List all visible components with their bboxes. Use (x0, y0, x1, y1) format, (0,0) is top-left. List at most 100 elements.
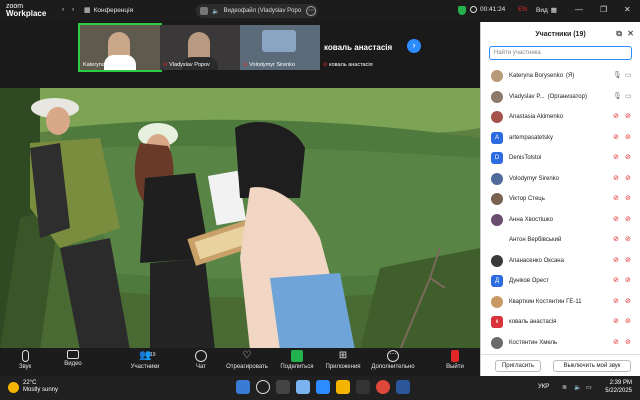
camera-off-icon[interactable]: ⊘ (625, 298, 633, 306)
mic-off-icon[interactable]: ⊘ (613, 339, 621, 347)
mic-off-icon[interactable]: ⊘ (613, 195, 621, 203)
camera-off-icon[interactable]: ⊘ (625, 113, 633, 121)
audio-button[interactable]: Звук (2, 350, 48, 370)
mic-off-icon[interactable]: ⊘ (613, 113, 621, 121)
mic-off-icon[interactable]: ⊘ (613, 298, 621, 306)
participant-role: (Организатор) (547, 93, 587, 100)
camera-off-icon[interactable]: ⊘ (625, 257, 633, 265)
camera-off-icon[interactable]: ⊘ (625, 216, 633, 224)
participant-status: ⊘ ⊘ (613, 236, 633, 244)
participant-status: 🎙 ▭ (613, 93, 633, 101)
video-share-pill[interactable]: 🔈 Видеофайл (Vladyslav Popo ⋯ (196, 4, 318, 18)
word-icon[interactable] (396, 380, 410, 394)
participant-row[interactable]: Viктор Стець ⊘ ⊘ (481, 189, 640, 210)
react-button[interactable]: ♡ Отреагировать (224, 350, 270, 370)
restore-button[interactable]: ❐ (600, 5, 607, 14)
mic-off-icon[interactable]: ⊘ (613, 134, 621, 142)
title-bar: zoom Workplace ‹ › ▦ Конференція 🔈 Видео… (0, 0, 640, 22)
store-icon[interactable] (356, 380, 370, 394)
camera-off-icon[interactable]: ⊘ (625, 339, 633, 347)
camera-off-icon[interactable]: ⊘ (625, 154, 633, 162)
shared-video (0, 88, 480, 350)
invite-button[interactable]: Пригласить (495, 360, 541, 372)
participant-row[interactable]: D DenisTolstoi ⊘ ⊘ (481, 148, 640, 169)
mic-off-icon[interactable]: ⊘ (613, 154, 621, 162)
search-icon[interactable] (256, 380, 270, 394)
share-button[interactable]: Поделиться (274, 350, 320, 370)
avatar: к (491, 316, 503, 329)
camera-off-icon[interactable]: ⊘ (625, 134, 633, 142)
volume-icon[interactable]: 🔈 (574, 384, 581, 391)
mic-off-icon[interactable]: ⊘ (613, 216, 621, 224)
camera-off-icon[interactable]: ⊘ (625, 195, 633, 203)
participant-search-input[interactable]: Найти участника (489, 46, 632, 60)
chrome-icon[interactable] (376, 380, 390, 394)
participant-row[interactable]: Д Дуніков Орест ⊘ ⊘ (481, 271, 640, 292)
thumbnail-volodymyr[interactable]: ⊘ Volodymyr Sirenko (240, 25, 320, 70)
copilot-icon[interactable] (296, 380, 310, 394)
mic-off-icon[interactable]: ⊘ (613, 257, 621, 265)
clock[interactable]: 2:39 PM 5/22/2025 (605, 379, 632, 395)
thumbnail-kateryna[interactable]: Kateryna Borysenko (78, 23, 162, 72)
mic-icon[interactable]: 🎙 (613, 93, 622, 101)
mic-off-icon[interactable]: ⊘ (613, 277, 621, 285)
participants-button[interactable]: 👥 19 Участники (122, 350, 168, 370)
more-button[interactable]: ⋯ Дополнительно (370, 350, 416, 370)
thumbnail-vladyslav[interactable]: ⊘ Vladyslav Popov (160, 25, 240, 70)
record-icon (470, 6, 477, 13)
file-explorer-icon[interactable] (336, 380, 350, 394)
video-button[interactable]: Видео (50, 350, 96, 367)
participant-row[interactable]: Апанасенко Оксана ⊘ ⊘ (481, 251, 640, 272)
forward-icon[interactable]: › (72, 6, 74, 13)
mic-off-icon[interactable]: ⊘ (613, 236, 621, 244)
conference-menu[interactable]: ▦ Конференція (84, 6, 133, 15)
chat-button[interactable]: Чат (178, 350, 224, 370)
mute-me-button[interactable]: Выключить мой звук (553, 360, 631, 372)
language-indicator[interactable]: EN (518, 6, 527, 13)
language-indicator[interactable]: УКР (538, 384, 549, 390)
participant-row[interactable]: Кварткин Костянтин ГЕ-11 ⊘ ⊘ (481, 292, 640, 313)
participant-row[interactable]: Aartempasatetsky ⊘ ⊘ (481, 128, 640, 149)
leave-button[interactable]: Выйти (432, 350, 478, 370)
participant-row[interactable]: Kateryna Borysenko (Я) 🎙 ▭ (481, 66, 640, 87)
camera-icon[interactable]: ▭ (625, 72, 633, 80)
mic-icon[interactable]: 🎙 (613, 72, 622, 80)
zoom-logo: zoom Workplace (6, 3, 47, 18)
mic-off-icon[interactable]: ⊘ (613, 175, 621, 183)
participant-name: Kateryna Borysenko (509, 73, 564, 80)
view-menu[interactable]: Вид ▦ (536, 6, 557, 15)
participant-name: Кварткин Костянтин ГЕ-11 (509, 298, 582, 305)
chat-icon (195, 350, 207, 362)
network-icon[interactable]: ≋ (562, 384, 567, 391)
minimize-button[interactable]: — (575, 5, 583, 14)
participant-row[interactable]: Volodymyr Sirenko ⊘ ⊘ (481, 169, 640, 190)
participant-row[interactable]: Антон Вербівський ⊘ ⊘ (481, 230, 640, 251)
zoom-app-icon[interactable] (316, 380, 330, 394)
participant-row[interactable]: Anastasia Akimenko ⊘ ⊘ (481, 107, 640, 128)
shield-icon[interactable] (458, 6, 466, 15)
weather-widget[interactable]: 22°C Mostly sunny (8, 380, 58, 394)
thumbnail-koval[interactable]: коваль анастасія ⊘ коваль анастасія (320, 25, 404, 70)
close-panel-icon[interactable]: ✕ (627, 29, 634, 38)
battery-icon[interactable]: ▭ (586, 384, 592, 391)
close-button[interactable]: ✕ (624, 5, 631, 14)
participant-name: Viктор Стець (509, 196, 545, 203)
mic-off-icon[interactable]: ⊘ (613, 318, 621, 326)
camera-off-icon[interactable]: ⊘ (625, 236, 633, 244)
camera-off-icon[interactable]: ⊘ (625, 318, 633, 326)
popout-icon[interactable]: ⧉ (616, 29, 622, 39)
camera-icon[interactable]: ▭ (625, 93, 633, 101)
meeting-toolbar: Звук Видео 👥 19 Участники Чат ♡ Отреагир… (0, 348, 480, 376)
start-icon[interactable] (236, 380, 250, 394)
back-icon[interactable]: ‹ (62, 6, 64, 13)
participant-row[interactable]: Vladyslav P... (Организатор) 🎙 ▭ (481, 87, 640, 108)
participant-row[interactable]: Анна Хвостішко ⊘ ⊘ (481, 210, 640, 231)
apps-button[interactable]: ⊞ Приложения (320, 350, 366, 370)
camera-off-icon[interactable]: ⊘ (625, 277, 633, 285)
camera-off-icon[interactable]: ⊘ (625, 175, 633, 183)
next-page-button[interactable]: › (407, 39, 421, 53)
participant-row[interactable]: к коваль анастасія ⊘ ⊘ (481, 312, 640, 333)
task-view-icon[interactable] (276, 380, 290, 394)
participant-row[interactable]: Костянтин Хмель ⊘ ⊘ (481, 333, 640, 354)
more-options-icon[interactable]: ⋯ (306, 6, 316, 16)
